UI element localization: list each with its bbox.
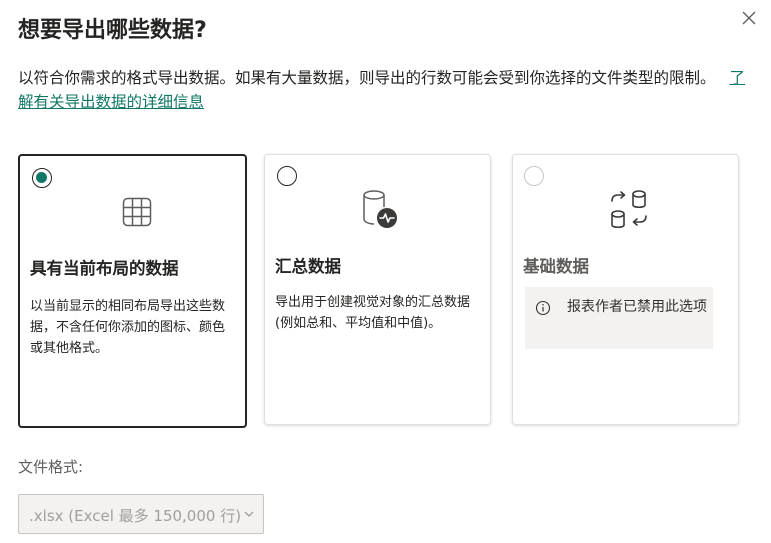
radio-underlying-data <box>524 166 544 186</box>
dialog-description: 以符合你需求的格式导出数据。如果有大量数据，则导出的行数可能会受到你选择的文件类… <box>18 66 758 114</box>
file-format-value: .xlsx (Excel 最多 150,000 行) <box>29 507 242 525</box>
dialog-title: 想要导出哪些数据? <box>18 18 207 43</box>
option-description: 导出用于创建视觉对象的汇总数据(例如总和、平均值和中值)。 <box>275 295 471 331</box>
option-description: 以当前显示的相同布局导出这些数据，不含任何你添加的图标、颜色或其他格式。 <box>30 299 226 356</box>
database-pulse-icon <box>363 190 397 228</box>
notice-text: 报表作者已禁用此选项 <box>567 299 707 315</box>
close-icon[interactable] <box>739 8 759 28</box>
radio-current-layout[interactable] <box>32 168 52 188</box>
radio-summarized-data[interactable] <box>277 166 297 186</box>
description-text: 以符合你需求的格式导出数据。如果有大量数据，则导出的行数可能会受到你选择的文件类… <box>18 69 716 87</box>
database-sync-icon <box>611 190 647 229</box>
option-title: 具有当前布局的数据 <box>30 259 179 278</box>
option-title: 汇总数据 <box>275 257 341 276</box>
file-format-dropdown[interactable]: .xlsx (Excel 最多 150,000 行) <box>18 494 264 534</box>
table-grid-icon <box>122 197 152 227</box>
file-format-label: 文件格式: <box>18 458 84 476</box>
info-icon <box>535 300 551 316</box>
option-card-summarized-data[interactable]: 汇总数据 导出用于创建视觉对象的汇总数据(例如总和、平均值和中值)。 <box>264 154 491 425</box>
option-title: 基础数据 <box>523 257 589 276</box>
chevron-down-icon <box>244 511 254 517</box>
export-data-dialog: 想要导出哪些数据? 以符合你需求的格式导出数据。如果有大量数据，则导出的行数可能… <box>0 0 771 543</box>
disabled-notice: 报表作者已禁用此选项 <box>525 287 713 349</box>
option-card-current-layout[interactable]: 具有当前布局的数据 以当前显示的相同布局导出这些数据，不含任何你添加的图标、颜色… <box>18 154 247 428</box>
option-card-underlying-data: 基础数据 报表作者已禁用此选项 <box>512 154 739 425</box>
